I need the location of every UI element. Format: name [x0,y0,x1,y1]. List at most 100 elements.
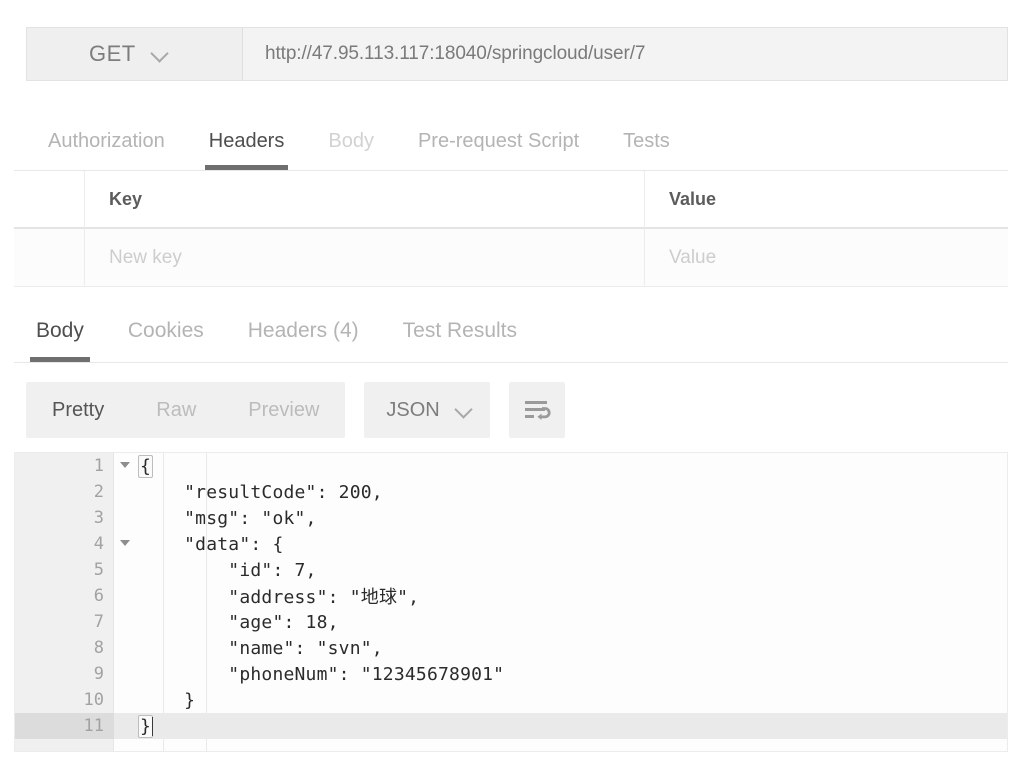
line-number: 11 [83,716,104,736]
table-header-row: Key Value [14,171,1008,229]
chevron-down-icon [456,402,472,418]
line-number-cell: 6 [15,583,114,609]
tab-tests[interactable]: Tests [601,113,692,170]
view-mode-group: Pretty Raw Preview [26,382,346,438]
code-line[interactable]: 6 "address": "地球", [15,583,1007,609]
code-line[interactable]: 2 "resultCode": 200, [15,479,1007,505]
http-method-selector[interactable]: GET [27,28,243,80]
line-number-cell: 4 [15,531,130,557]
word-wrap-icon [524,401,551,420]
code-line[interactable]: 9 "phoneNum": "12345678901" [15,661,1007,687]
line-number-cell: 3 [15,505,114,531]
new-value-placeholder: Value [669,246,717,268]
code-line-text: "msg": "ok", [140,507,317,529]
column-header-value: Value [645,171,1008,227]
response-tab-test-results-label: Test Results [402,319,518,342]
view-mode-preview-label: Preview [248,398,320,421]
response-tab-body-label: Body [36,319,84,342]
tab-authorization[interactable]: Authorization [26,113,187,170]
matching-brace-highlight: { [138,454,154,478]
view-mode-preview[interactable]: Preview [222,382,345,438]
response-tab-headers-label: Headers (4) [247,319,359,342]
column-header-key-label: Key [109,188,143,209]
line-number: 1 [93,456,104,476]
column-header-value-label: Value [669,188,717,209]
view-mode-pretty-label: Pretty [52,398,105,421]
tab-body[interactable]: Body [306,113,396,170]
response-view-toolbar: Pretty Raw Preview JSON [26,382,565,438]
view-mode-pretty[interactable]: Pretty [26,382,130,438]
url-input[interactable]: http://47.95.113.117:18040/springcloud/u… [243,28,1007,80]
view-mode-raw-label: Raw [156,398,197,421]
line-number-cell: 9 [15,661,114,687]
line-number: 2 [93,482,104,502]
response-tab-test-results[interactable]: Test Results [381,300,539,362]
postman-window: GET http://47.95.113.117:18040/springclo… [0,0,1034,767]
code-line[interactable]: 5 "id": 7, [15,557,1007,583]
new-value-input[interactable]: Value [645,229,1008,286]
code-line[interactable]: 8 "name": "svn", [15,635,1007,661]
response-tab-bar: Body Cookies Headers (4) Test Results [14,300,1008,362]
code-line[interactable]: 4 "data": { [15,531,1007,557]
code-line[interactable]: 7 "age": 18, [15,609,1007,635]
line-number: 3 [93,508,104,528]
header-row-checkbox-cell [14,171,85,227]
matching-brace-highlight: } [138,714,154,738]
response-tab-cookies-label: Cookies [127,319,204,342]
tab-tests-label: Tests [623,130,670,152]
code-line-text: "phoneNum": "12345678901" [140,663,505,685]
http-method-label: GET [89,41,136,66]
view-mode-raw[interactable]: Raw [130,382,222,438]
code-line[interactable]: 10 } [15,687,1007,713]
editor-code-area[interactable]: 1{2 "resultCode": 200, 3 "msg": "ok", 4 "d… [15,453,1007,739]
column-header-key: Key [85,171,645,227]
response-tabs-divider [14,362,1008,363]
line-number: 6 [93,586,104,606]
code-line-text: "id": 7, [140,559,317,581]
code-fold-arrow-icon[interactable] [120,540,130,546]
new-key-placeholder: New key [109,246,182,268]
response-tab-cookies[interactable]: Cookies [106,300,226,362]
code-line[interactable]: 1{ [15,453,1007,479]
line-number: 4 [93,534,104,554]
line-number: 7 [93,612,104,632]
code-line-text: } [140,689,196,711]
line-number-cell: 7 [15,609,114,635]
response-tab-headers[interactable]: Headers (4) [226,300,381,362]
new-key-input[interactable]: New key [85,229,645,286]
text-cursor [152,716,154,736]
line-number: 10 [83,690,104,710]
line-number-cell: 1 [15,453,130,479]
code-line[interactable]: 3 "msg": "ok", [15,505,1007,531]
code-line-text: "address": "地球", [140,587,420,608]
line-number: 5 [93,560,104,580]
table-row[interactable]: New key Value [14,229,1008,287]
row-checkbox[interactable] [14,229,85,286]
line-number-cell: 2 [15,479,114,505]
headers-key-value-table: Key Value New key Value [14,171,1008,287]
response-format-dropdown[interactable]: JSON [364,382,490,438]
tab-headers-label: Headers [208,130,285,152]
line-number: 8 [93,638,104,658]
tab-headers[interactable]: Headers [187,113,307,170]
request-url-bar: GET http://47.95.113.117:18040/springclo… [26,27,1008,81]
code-line-text: "data": { [140,533,284,555]
code-line-text: "resultCode": 200, [140,481,383,503]
code-line-text: } [114,714,154,738]
tab-body-label: Body [328,130,374,152]
tab-authorization-label: Authorization [48,130,165,152]
line-number-cell: 8 [15,635,114,661]
tab-pre-request-script-label: Pre-request Script [417,130,580,152]
url-input-value: http://47.95.113.117:18040/springcloud/u… [265,43,646,64]
response-tab-body[interactable]: Body [14,300,106,362]
line-number-cell: 10 [15,687,114,713]
code-fold-arrow-icon[interactable] [120,462,130,468]
code-line-text: "age": 18, [140,611,339,633]
code-line-text: "name": "svn", [140,637,383,659]
code-line[interactable]: 11} [15,713,1007,739]
response-format-label: JSON [386,398,440,421]
line-number-cell: 11 [15,713,114,739]
response-body-editor[interactable]: 1{2 "resultCode": 200, 3 "msg": "ok", 4 "d… [14,452,1008,752]
word-wrap-button[interactable] [508,382,565,438]
tab-pre-request-script[interactable]: Pre-request Script [396,113,601,170]
